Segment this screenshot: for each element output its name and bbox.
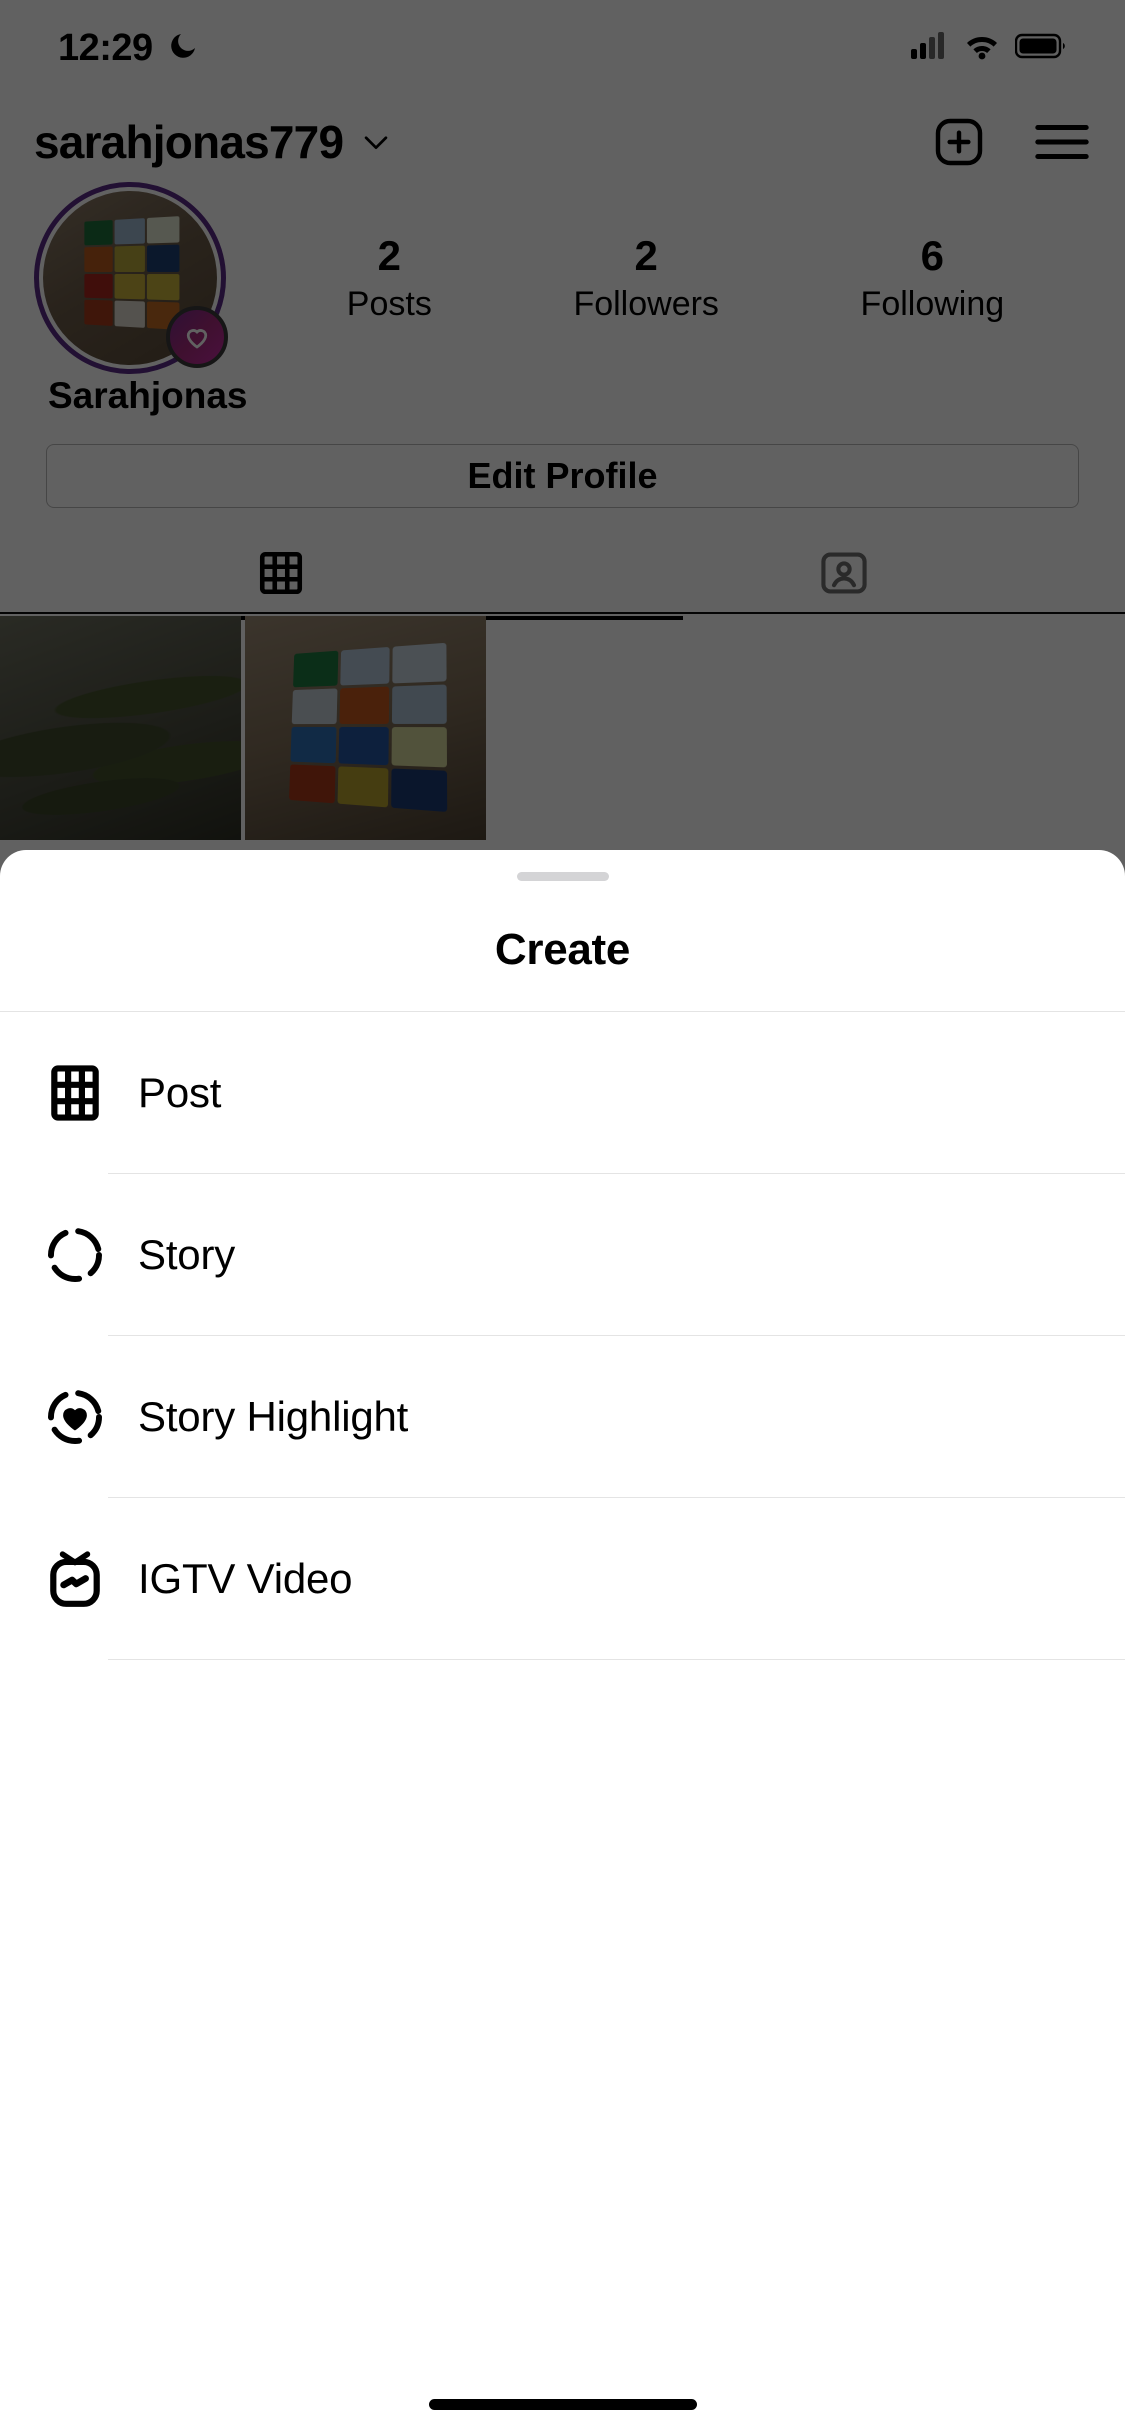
sheet-title: Create [0,925,1125,1012]
create-bottom-sheet: Create Post Story Story Highlight IGTV V… [0,850,1125,2436]
create-option-label: Story [138,1231,236,1278]
create-option-story[interactable]: Story [0,1174,1125,1336]
create-option-story-highlight[interactable]: Story Highlight [0,1336,1125,1498]
create-option-post[interactable]: Post [0,1012,1125,1174]
home-indicator [428,2399,697,2410]
create-options-list: Post Story Story Highlight IGTV Video [0,1012,1125,1660]
list-divider [108,1659,1125,1660]
create-option-label: IGTV Video [138,1555,353,1602]
grid-icon [34,1062,138,1124]
create-option-label: Story Highlight [138,1393,409,1440]
story-highlight-heart-icon [34,1386,138,1448]
create-option-igtv-video[interactable]: IGTV Video [0,1498,1125,1660]
phone-screen: 12:29 [0,0,1125,2436]
create-option-label: Post [138,1069,222,1116]
sheet-drag-handle[interactable] [516,872,609,881]
igtv-icon [34,1548,138,1610]
story-circle-icon [34,1224,138,1286]
